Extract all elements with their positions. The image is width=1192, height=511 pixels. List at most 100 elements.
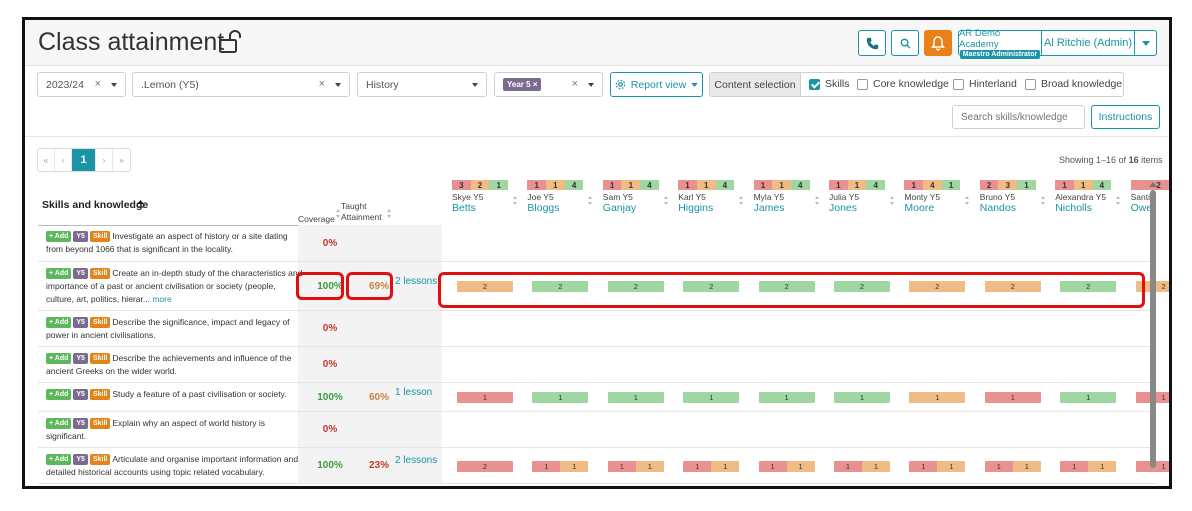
attainment-segment: 1 bbox=[984, 392, 1041, 403]
year-group-select[interactable]: Year 5 × × bbox=[494, 72, 603, 97]
pupil-column-header[interactable]: 1 1 4 Myla Y5 James bbox=[753, 180, 829, 214]
pupil-attainment-cell[interactable]: 11 bbox=[834, 460, 890, 472]
sort-icon[interactable] bbox=[814, 196, 820, 205]
pupil-column-header[interactable]: 1 1 4 Julia Y5 Jones bbox=[829, 180, 904, 214]
pupil-attainment-cells bbox=[442, 225, 1156, 261]
add-button[interactable]: + Add bbox=[46, 231, 72, 242]
unlock-icon[interactable] bbox=[218, 30, 242, 54]
skill-badge: Skill bbox=[89, 317, 111, 328]
pupil-attainment-cell[interactable]: 1 bbox=[909, 392, 966, 403]
school-switcher[interactable]: AR Demo Academy Maestro Administrator bbox=[958, 28, 1042, 59]
core-knowledge-checkbox[interactable]: Core knowledge bbox=[857, 78, 949, 90]
skills-column-header[interactable]: Skills and knowledge bbox=[42, 199, 148, 211]
pupil-summary-segment: 1 bbox=[546, 180, 565, 190]
prev-page-button[interactable]: ‹ bbox=[55, 149, 72, 171]
attainment-segment: 1 bbox=[862, 460, 890, 472]
more-link[interactable]: more bbox=[152, 294, 171, 304]
scroll-up-arrow-icon[interactable] bbox=[1149, 182, 1157, 187]
pupil-attainment-cells: 1111111111 bbox=[442, 383, 1169, 411]
sort-icon[interactable] bbox=[513, 196, 518, 205]
pupil-column-header[interactable]: 1 1 4 Alexandra Y5 Nicholls bbox=[1055, 180, 1130, 214]
lessons-link[interactable]: 1 lesson bbox=[395, 387, 432, 398]
broad-knowledge-checkbox[interactable]: Broad knowledge bbox=[1025, 78, 1122, 90]
subject-select[interactable]: History bbox=[357, 72, 487, 97]
coverage-column-header[interactable]: Coverage bbox=[298, 214, 335, 224]
pupil-summary-segment: 4 bbox=[564, 180, 584, 190]
sort-icon[interactable] bbox=[890, 196, 895, 205]
pupil-attainment-cell[interactable]: 11 bbox=[1060, 460, 1117, 472]
user-menu-button[interactable]: Al Ritchie (Admin) bbox=[1042, 30, 1135, 56]
sort-ascending-icon[interactable] bbox=[137, 200, 144, 210]
pupil-summary-segment: 1 bbox=[1017, 180, 1036, 190]
pupil-summary-segment: 1 bbox=[696, 180, 716, 190]
taught-attainment-column-header[interactable]: Taught Attainment bbox=[341, 201, 382, 223]
pupil-attainment-cell[interactable]: 1 bbox=[1060, 392, 1117, 403]
clear-icon[interactable]: × bbox=[95, 78, 101, 90]
pupil-column-header[interactable]: 2 3 1 Bruno Y5 Nandos bbox=[979, 180, 1055, 214]
lessons-link[interactable]: 2 lessons bbox=[395, 276, 437, 287]
tag-remove-icon[interactable]: × bbox=[533, 80, 538, 89]
pupil-attainment-cell[interactable]: 2 bbox=[457, 460, 513, 472]
add-button[interactable]: + Add bbox=[46, 454, 72, 465]
pupil-column-header[interactable]: 1 1 4 Karl Y5 Higgins bbox=[678, 180, 753, 214]
academic-year-select[interactable]: 2023/24 × bbox=[37, 72, 126, 97]
sort-icon[interactable] bbox=[387, 209, 392, 218]
pupil-attainment-cell[interactable]: 1 bbox=[834, 392, 890, 403]
year-badge: Y5 bbox=[73, 389, 88, 400]
pupil-attainment-cell[interactable]: 11 bbox=[607, 460, 664, 472]
add-button[interactable]: + Add bbox=[46, 418, 72, 429]
pupil-attainment-cell[interactable]: 1 bbox=[683, 392, 740, 403]
search-button[interactable] bbox=[891, 30, 919, 56]
pupil-attainment-cell[interactable]: 1 bbox=[984, 392, 1041, 403]
pupil-summary-segment: 1 bbox=[489, 180, 509, 190]
first-page-button[interactable]: « bbox=[38, 149, 55, 171]
sort-icon[interactable] bbox=[965, 196, 970, 205]
coverage-value: 100% bbox=[317, 460, 343, 471]
hinterland-checkbox[interactable]: Hinterland bbox=[953, 78, 1017, 90]
skills-checkbox[interactable]: Skills bbox=[809, 78, 850, 90]
pupil-attainment-cell[interactable]: 11 bbox=[984, 460, 1041, 472]
next-page-button[interactable]: › bbox=[96, 149, 113, 171]
coverage-value: 0% bbox=[322, 359, 338, 370]
report-view-button[interactable]: Report view bbox=[610, 72, 703, 97]
notifications-button[interactable] bbox=[924, 30, 952, 56]
clear-icon[interactable]: × bbox=[572, 78, 578, 90]
caret-down-icon bbox=[335, 83, 341, 87]
clear-icon[interactable]: × bbox=[319, 78, 325, 90]
pupil-attainment-cell[interactable]: 11 bbox=[532, 460, 589, 472]
pupil-attainment-cell[interactable]: 11 bbox=[683, 460, 740, 472]
last-page-button[interactable]: » bbox=[113, 149, 130, 171]
phone-button[interactable] bbox=[858, 30, 886, 56]
pupil-summary-bar: 114 bbox=[602, 180, 659, 190]
pupil-attainment-cell[interactable]: 11 bbox=[758, 460, 815, 472]
page-1-button[interactable]: 1 bbox=[72, 149, 96, 171]
year-group-tag[interactable]: Year 5 × bbox=[503, 78, 542, 91]
search-input[interactable] bbox=[952, 105, 1085, 129]
attainment-segment: 1 bbox=[560, 460, 589, 472]
vertical-scrollbar[interactable] bbox=[1150, 190, 1156, 468]
pupil-summary-segment: 1 bbox=[1073, 180, 1093, 190]
add-button[interactable]: + Add bbox=[46, 317, 72, 328]
class-select[interactable]: .Lemon (Y5) × bbox=[132, 72, 350, 97]
pupil-attainment-cell[interactable]: 1 bbox=[607, 392, 664, 403]
lessons-link[interactable]: 2 lessons bbox=[395, 455, 437, 466]
skill-badge: Skill bbox=[89, 389, 111, 400]
sort-icon[interactable] bbox=[663, 196, 669, 205]
sort-icon[interactable] bbox=[588, 196, 593, 205]
user-menu-dropdown[interactable] bbox=[1135, 30, 1157, 56]
add-button[interactable]: + Add bbox=[46, 389, 72, 400]
sort-icon[interactable] bbox=[1116, 196, 1121, 205]
pupil-column-header[interactable]: 1 1 4 Joe Y5 Bloggs bbox=[527, 180, 602, 214]
sort-icon[interactable] bbox=[739, 196, 744, 205]
sort-icon[interactable] bbox=[1040, 196, 1046, 205]
pupil-column-header[interactable]: 3 2 1 Skye Y5 Betts bbox=[452, 180, 527, 214]
pupil-attainment-cell[interactable]: 1 bbox=[758, 392, 815, 403]
add-button[interactable]: + Add bbox=[46, 268, 72, 279]
add-button[interactable]: + Add bbox=[46, 353, 72, 364]
pupil-attainment-cell[interactable]: 1 bbox=[457, 392, 513, 403]
pupil-attainment-cell[interactable]: 11 bbox=[909, 460, 966, 472]
pupil-attainment-cell[interactable]: 1 bbox=[532, 392, 589, 403]
pupil-column-header[interactable]: 1 1 4 Sam Y5 Ganjay bbox=[602, 180, 678, 214]
pupil-column-header[interactable]: 1 4 1 Monty Y5 Moore bbox=[904, 180, 979, 214]
instructions-button[interactable]: Instructions bbox=[1091, 105, 1160, 129]
